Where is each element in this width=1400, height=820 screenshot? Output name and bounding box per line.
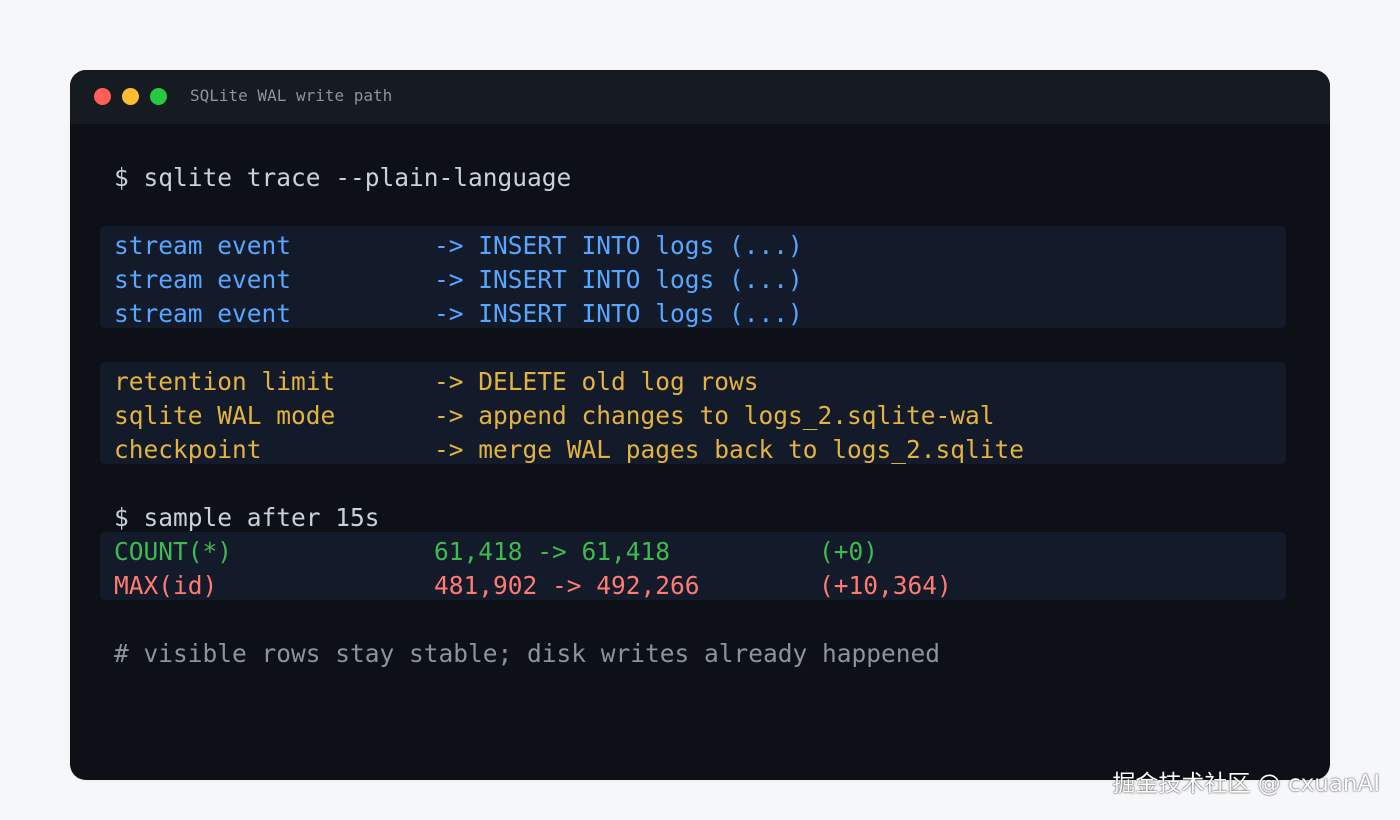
zoom-button[interactable] bbox=[150, 88, 167, 105]
sample-delta: (+10,364) bbox=[819, 571, 952, 600]
insert-row-action: -> INSERT INTO logs (...) bbox=[434, 265, 803, 294]
minimize-button[interactable] bbox=[122, 88, 139, 105]
insert-row: stream event -> INSERT INTO logs (...) bbox=[114, 229, 803, 263]
insert-row-label: stream event bbox=[114, 265, 292, 294]
insert-row: stream event -> INSERT INTO logs (...) bbox=[114, 297, 803, 331]
terminal-window: SQLite WAL write path $ sqlite trace --p… bbox=[70, 70, 1330, 780]
insert-row-action: -> INSERT INTO logs (...) bbox=[434, 299, 803, 328]
comment-line: # visible rows stay stable; disk writes … bbox=[114, 639, 941, 668]
insert-row-label: stream event bbox=[114, 299, 292, 328]
wal-row-label: checkpoint bbox=[114, 435, 262, 464]
sample-values: 481,902 -> 492,266 bbox=[434, 571, 700, 600]
sample-row-count: COUNT(*) 61,418 -> 61,418 (+0) bbox=[114, 535, 878, 569]
insert-row-action: -> INSERT INTO logs (...) bbox=[434, 231, 803, 260]
wal-row: retention limit -> DELETE old log rows bbox=[114, 365, 759, 399]
wal-row-label: sqlite WAL mode bbox=[114, 401, 336, 430]
insert-row-label: stream event bbox=[114, 231, 292, 260]
sample-label: COUNT(*) bbox=[114, 537, 233, 566]
command-line-trace: $ sqlite trace --plain-language bbox=[114, 163, 572, 192]
watermark: 掘金技术社区 @ cxuanAI bbox=[1112, 771, 1380, 797]
sample-row-max-id: MAX(id) 481,902 -> 492,266 (+10,364) bbox=[114, 569, 952, 603]
close-button[interactable] bbox=[94, 88, 111, 105]
wal-row: checkpoint -> merge WAL pages back to lo… bbox=[114, 433, 1024, 467]
wal-row-label: retention limit bbox=[114, 367, 336, 396]
wal-row-action: -> merge WAL pages back to logs_2.sqlite bbox=[434, 435, 1025, 464]
wal-row-action: -> DELETE old log rows bbox=[434, 367, 759, 396]
wal-row-action: -> append changes to logs_2.sqlite-wal bbox=[434, 401, 995, 430]
window-title: SQLite WAL write path bbox=[190, 86, 393, 105]
sample-delta: (+0) bbox=[819, 537, 879, 566]
sample-values: 61,418 -> 61,418 bbox=[434, 537, 671, 566]
wal-row: sqlite WAL mode -> append changes to log… bbox=[114, 399, 995, 433]
insert-row: stream event -> INSERT INTO logs (...) bbox=[114, 263, 803, 297]
command-line-sample: $ sample after 15s bbox=[114, 503, 380, 532]
sample-label: MAX(id) bbox=[114, 571, 218, 600]
terminal-output: $ sqlite trace --plain-language stream e… bbox=[70, 124, 1330, 780]
title-bar: SQLite WAL write path bbox=[70, 70, 1330, 124]
